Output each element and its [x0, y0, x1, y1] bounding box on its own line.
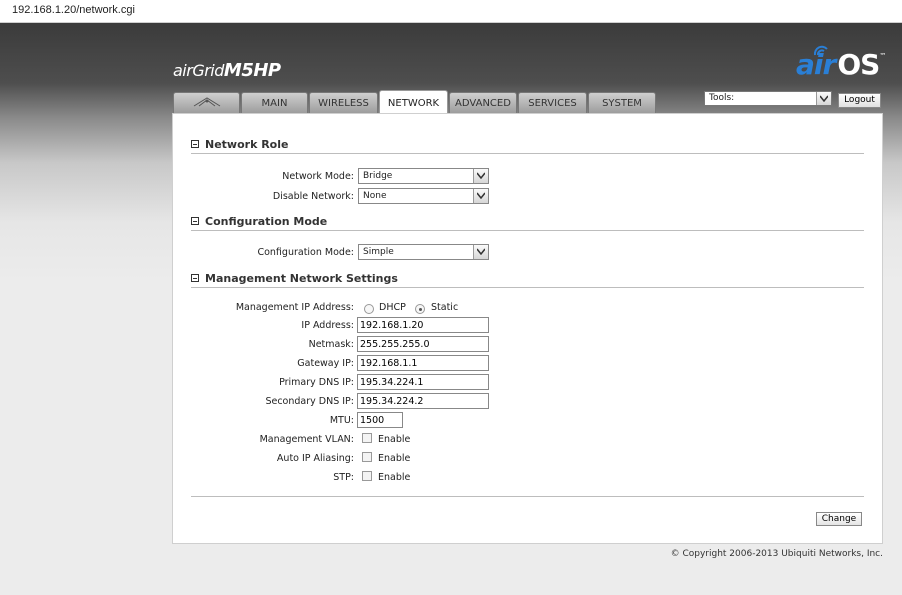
- section-title: Network Role: [205, 138, 289, 151]
- tab-advanced[interactable]: ADVANCED: [449, 92, 517, 113]
- tab-network[interactable]: NETWORK: [379, 90, 448, 113]
- tab-system[interactable]: SYSTEM: [588, 92, 656, 113]
- product-mid: Grid: [192, 61, 224, 80]
- collapse-icon[interactable]: [191, 217, 199, 225]
- section-management-network: Management Network Settings: [191, 272, 864, 288]
- static-radio-label: Static: [431, 302, 459, 313]
- dhcp-radio-label: DHCP: [379, 302, 406, 313]
- netmask-label: Netmask:: [308, 339, 354, 350]
- primary-dns-label: Primary DNS IP:: [279, 377, 354, 388]
- disable-network-label: Disable Network:: [272, 191, 354, 202]
- tab-wireless[interactable]: WIRELESS: [309, 92, 378, 113]
- collapse-icon[interactable]: [191, 140, 199, 148]
- product-logo: airGridM5HP: [173, 60, 281, 81]
- section-network-role: Network Role: [191, 138, 864, 154]
- management-vlan-label: Management VLAN:: [259, 434, 354, 445]
- product-prefix: air: [173, 61, 193, 80]
- change-button[interactable]: Change: [816, 512, 862, 526]
- copyright-text: © Copyright 2006-2013 Ubiquiti Networks,…: [670, 549, 883, 559]
- mtu-label: MTU:: [329, 415, 354, 426]
- chevron-down-icon[interactable]: [473, 189, 488, 203]
- auto-ip-aliasing-option: Enable: [378, 453, 411, 464]
- auto-ip-aliasing-label: Auto IP Aliasing:: [276, 453, 354, 464]
- secondary-dns-label: Secondary DNS IP:: [265, 396, 354, 407]
- secondary-dns-input[interactable]: [357, 393, 489, 409]
- airos-logo-air: air: [796, 48, 836, 81]
- gateway-input[interactable]: [357, 355, 489, 371]
- tab-services[interactable]: SERVICES: [518, 92, 587, 113]
- airos-logo-tm: ™: [879, 52, 886, 60]
- dhcp-radio[interactable]: [364, 304, 374, 314]
- network-mode-label: Network Mode:: [282, 171, 354, 182]
- configuration-mode-value: Simple: [363, 247, 394, 257]
- stp-checkbox[interactable]: [362, 471, 372, 481]
- section-configuration-mode: Configuration Mode: [191, 215, 864, 231]
- logout-button[interactable]: Logout: [838, 93, 881, 108]
- ip-address-input[interactable]: [357, 317, 489, 333]
- primary-dns-input[interactable]: [357, 374, 489, 390]
- netmask-input[interactable]: [357, 336, 489, 352]
- management-vlan-checkbox[interactable]: [362, 433, 372, 443]
- product-model: M5HP: [223, 60, 281, 81]
- stp-label: STP:: [333, 472, 354, 483]
- collapse-icon[interactable]: [191, 274, 199, 282]
- stp-option: Enable: [378, 472, 411, 483]
- network-mode-select[interactable]: Bridge: [358, 168, 489, 184]
- tools-select[interactable]: Tools:: [704, 91, 832, 106]
- mtu-input[interactable]: [357, 412, 403, 428]
- static-radio[interactable]: [415, 304, 425, 314]
- configuration-mode-label: Configuration Mode:: [257, 247, 354, 258]
- form-divider: [191, 496, 864, 497]
- tab-main[interactable]: MAIN: [241, 92, 308, 113]
- tab-home-logo[interactable]: [173, 92, 240, 113]
- disable-network-value: None: [363, 191, 387, 201]
- chevron-down-icon[interactable]: [473, 169, 488, 183]
- airos-logo-os: OS: [837, 48, 880, 81]
- disable-network-select[interactable]: None: [358, 188, 489, 204]
- gateway-label: Gateway IP:: [297, 358, 354, 369]
- management-ip-label: Management IP Address:: [235, 302, 354, 313]
- section-title: Configuration Mode: [205, 215, 328, 228]
- chevron-down-icon[interactable]: [816, 92, 831, 105]
- chevron-down-icon[interactable]: [473, 245, 488, 259]
- ip-address-label: IP Address:: [301, 320, 354, 331]
- section-title: Management Network Settings: [205, 272, 398, 285]
- auto-ip-aliasing-checkbox[interactable]: [362, 452, 372, 462]
- configuration-mode-select[interactable]: Simple: [358, 244, 489, 260]
- management-vlan-option: Enable: [378, 434, 411, 445]
- browser-address-bar[interactable]: 192.168.1.20/network.cgi: [0, 0, 902, 23]
- ubiquiti-logo-icon: [193, 97, 220, 107]
- content-panel: [172, 113, 883, 544]
- network-mode-value: Bridge: [363, 171, 393, 181]
- url-text[interactable]: 192.168.1.20/network.cgi: [12, 4, 135, 16]
- airos-logo: airOS™: [796, 48, 886, 81]
- tools-select-value: Tools:: [709, 93, 735, 103]
